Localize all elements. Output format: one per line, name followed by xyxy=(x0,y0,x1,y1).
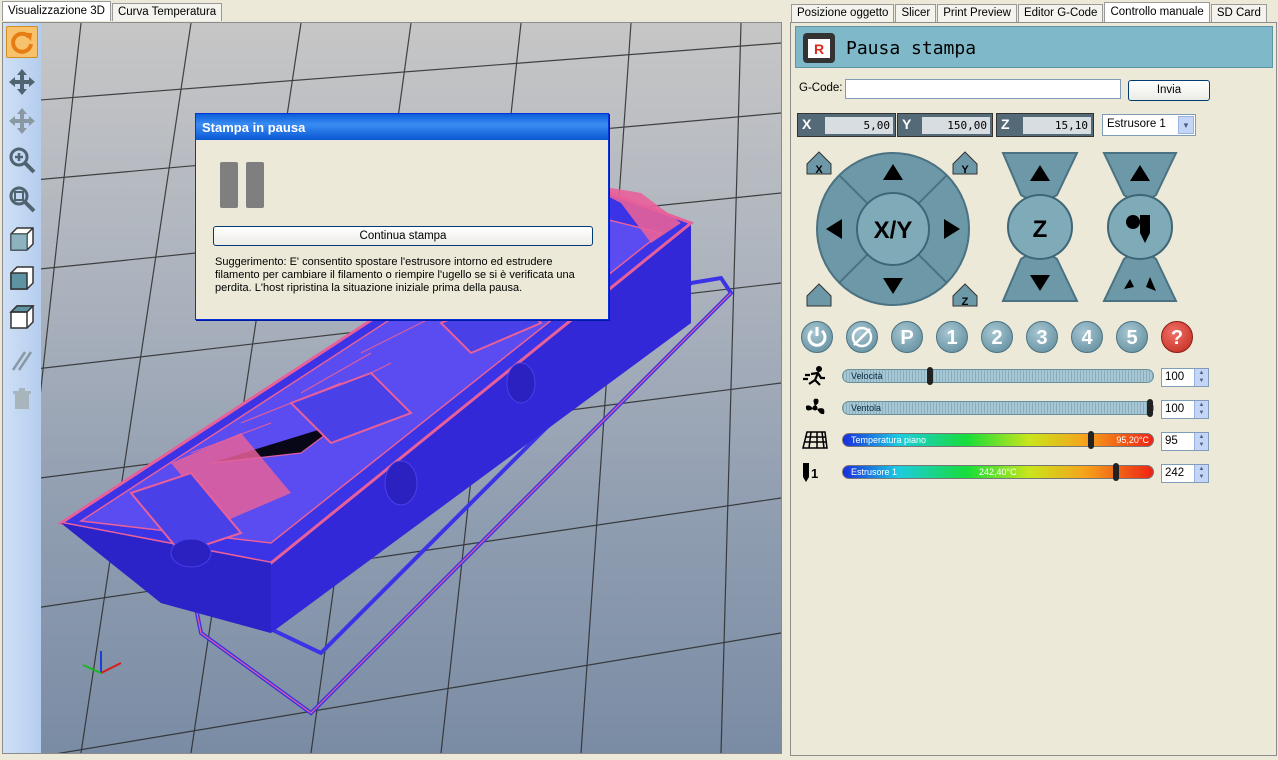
tab-gcode-editor[interactable]: Editor G-Code xyxy=(1017,4,1104,22)
svg-text:R: R xyxy=(814,41,824,57)
power-button[interactable] xyxy=(801,321,833,353)
svg-text:X/Y: X/Y xyxy=(874,217,913,244)
speed-runner-icon xyxy=(803,366,825,386)
manual-control-panel: R Pausa stampa G-Code: Invia X 5,00 Y 150,… xyxy=(790,22,1277,756)
pause-icon xyxy=(220,162,272,211)
app-logo: R xyxy=(803,33,835,63)
extruder-current-temp: 242,40°C xyxy=(979,467,1017,477)
view-top-icon[interactable] xyxy=(6,301,38,333)
z-jog-control[interactable]: Z xyxy=(1001,151,1079,303)
preset-1-button[interactable]: 1 xyxy=(936,321,968,353)
send-button[interactable]: Invia xyxy=(1128,80,1210,101)
fan-slider-knob[interactable] xyxy=(1147,399,1153,417)
header-title: Pausa stampa xyxy=(846,38,977,59)
tab-object-placement[interactable]: Posizione oggetto xyxy=(791,4,895,22)
tab-3d-view[interactable]: Visualizzazione 3D xyxy=(2,1,111,21)
speed-slider[interactable]: Velocità xyxy=(842,367,1154,385)
tab-slicer[interactable]: Slicer xyxy=(895,4,937,22)
tab-print-preview[interactable]: Print Preview xyxy=(937,4,1017,22)
preset-3-button[interactable]: 3 xyxy=(1026,321,1058,353)
speed-row: Velocità 100 ▲ ▼ xyxy=(791,365,1278,387)
view-front-icon[interactable] xyxy=(6,262,38,294)
status-header: R Pausa stampa xyxy=(795,26,1273,68)
3d-viewport[interactable]: Stampa in pausa Continua stampa Suggerim… xyxy=(41,23,781,753)
left-tab-strip: Visualizzazione 3D Curva Temperatura xyxy=(2,1,223,21)
view-iso-icon[interactable] xyxy=(6,223,38,255)
bed-temperature-bar[interactable]: Temperatura piano 95,20°C xyxy=(842,431,1154,449)
y-position-display: Y 150,00 xyxy=(897,113,993,137)
zoom-in-icon[interactable] xyxy=(6,144,38,176)
extruder-temperature-row: 1 Estrusore 1 242,40°C 242 ▲ ▼ xyxy=(791,461,1278,483)
x-position-display: X 5,00 xyxy=(797,113,896,137)
right-tab-strip: Posizione oggetto Slicer Print Preview E… xyxy=(791,2,1268,22)
svg-text:Y: Y xyxy=(961,164,969,176)
bed-temperature-input[interactable]: 95 ▲ ▼ xyxy=(1161,432,1209,451)
svg-text:X: X xyxy=(815,164,823,176)
paused-dialog: Stampa in pausa Continua stampa Suggerim… xyxy=(195,113,609,320)
heated-bed-icon xyxy=(802,431,828,449)
gcode-input[interactable] xyxy=(845,79,1121,99)
svg-text:Z: Z xyxy=(962,296,969,308)
dialog-title: Stampa in pausa xyxy=(196,114,608,140)
parallel-icon[interactable] xyxy=(6,345,38,377)
extruder-temperature-input[interactable]: 242 ▲ ▼ xyxy=(1161,464,1209,483)
tab-manual-control[interactable]: Controllo manuale xyxy=(1104,2,1210,22)
speed-input[interactable]: 100 ▲ ▼ xyxy=(1161,368,1209,387)
rotate-icon[interactable] xyxy=(6,26,38,58)
extruder-nozzle-icon: 1 xyxy=(803,463,818,482)
bed-temperature-row: Temperatura piano 95,20°C 95 ▲ ▼ xyxy=(791,429,1278,451)
continue-print-button[interactable]: Continua stampa xyxy=(213,226,593,246)
fan-slider[interactable]: Ventola xyxy=(842,399,1154,417)
view-toolbar xyxy=(3,23,41,753)
xy-jog-control[interactable]: X/Y X Y Z xyxy=(801,146,981,308)
preset-5-button[interactable]: 5 xyxy=(1116,321,1148,353)
control-button-row: P 1 2 3 4 5 ? xyxy=(791,321,1278,357)
park-button[interactable]: P xyxy=(891,321,923,353)
preset-4-button[interactable]: 4 xyxy=(1071,321,1103,353)
z-position-display: Z 15,10 xyxy=(996,113,1094,137)
dialog-hint-text: Suggerimento: E' consentito spostare l'e… xyxy=(215,256,575,294)
fan-input[interactable]: 100 ▲ ▼ xyxy=(1161,400,1209,419)
gcode-label: G-Code: xyxy=(799,82,843,94)
bed-target-knob[interactable] xyxy=(1088,431,1094,449)
bed-current-temp: 95,20°C xyxy=(1116,435,1149,445)
svg-text:1: 1 xyxy=(811,466,818,481)
fan-row: Ventola 100 ▲ ▼ xyxy=(791,397,1278,419)
help-button[interactable]: ? xyxy=(1161,321,1193,353)
extruder-jog-control[interactable] xyxy=(1102,151,1178,303)
move-icon[interactable] xyxy=(6,66,38,98)
extruder-target-knob[interactable] xyxy=(1112,463,1119,481)
extruder-temperature-bar[interactable]: Estrusore 1 242,40°C xyxy=(842,463,1154,481)
trash-icon[interactable] xyxy=(6,383,38,415)
fan-icon xyxy=(805,398,825,415)
preset-2-button[interactable]: 2 xyxy=(981,321,1013,353)
extruder-select[interactable]: Estrusore 1 ▼ xyxy=(1102,114,1196,136)
tab-temperature-curve[interactable]: Curva Temperatura xyxy=(111,3,223,21)
tab-sd-card[interactable]: SD Card xyxy=(1210,4,1267,22)
svg-text:Z: Z xyxy=(1033,216,1048,243)
zoom-fit-icon[interactable] xyxy=(6,183,38,215)
3d-view-panel: Stampa in pausa Continua stampa Suggerim… xyxy=(2,22,782,754)
pan-icon[interactable] xyxy=(6,105,38,137)
speed-slider-knob[interactable] xyxy=(926,367,933,385)
fan-off-button[interactable] xyxy=(846,321,878,353)
